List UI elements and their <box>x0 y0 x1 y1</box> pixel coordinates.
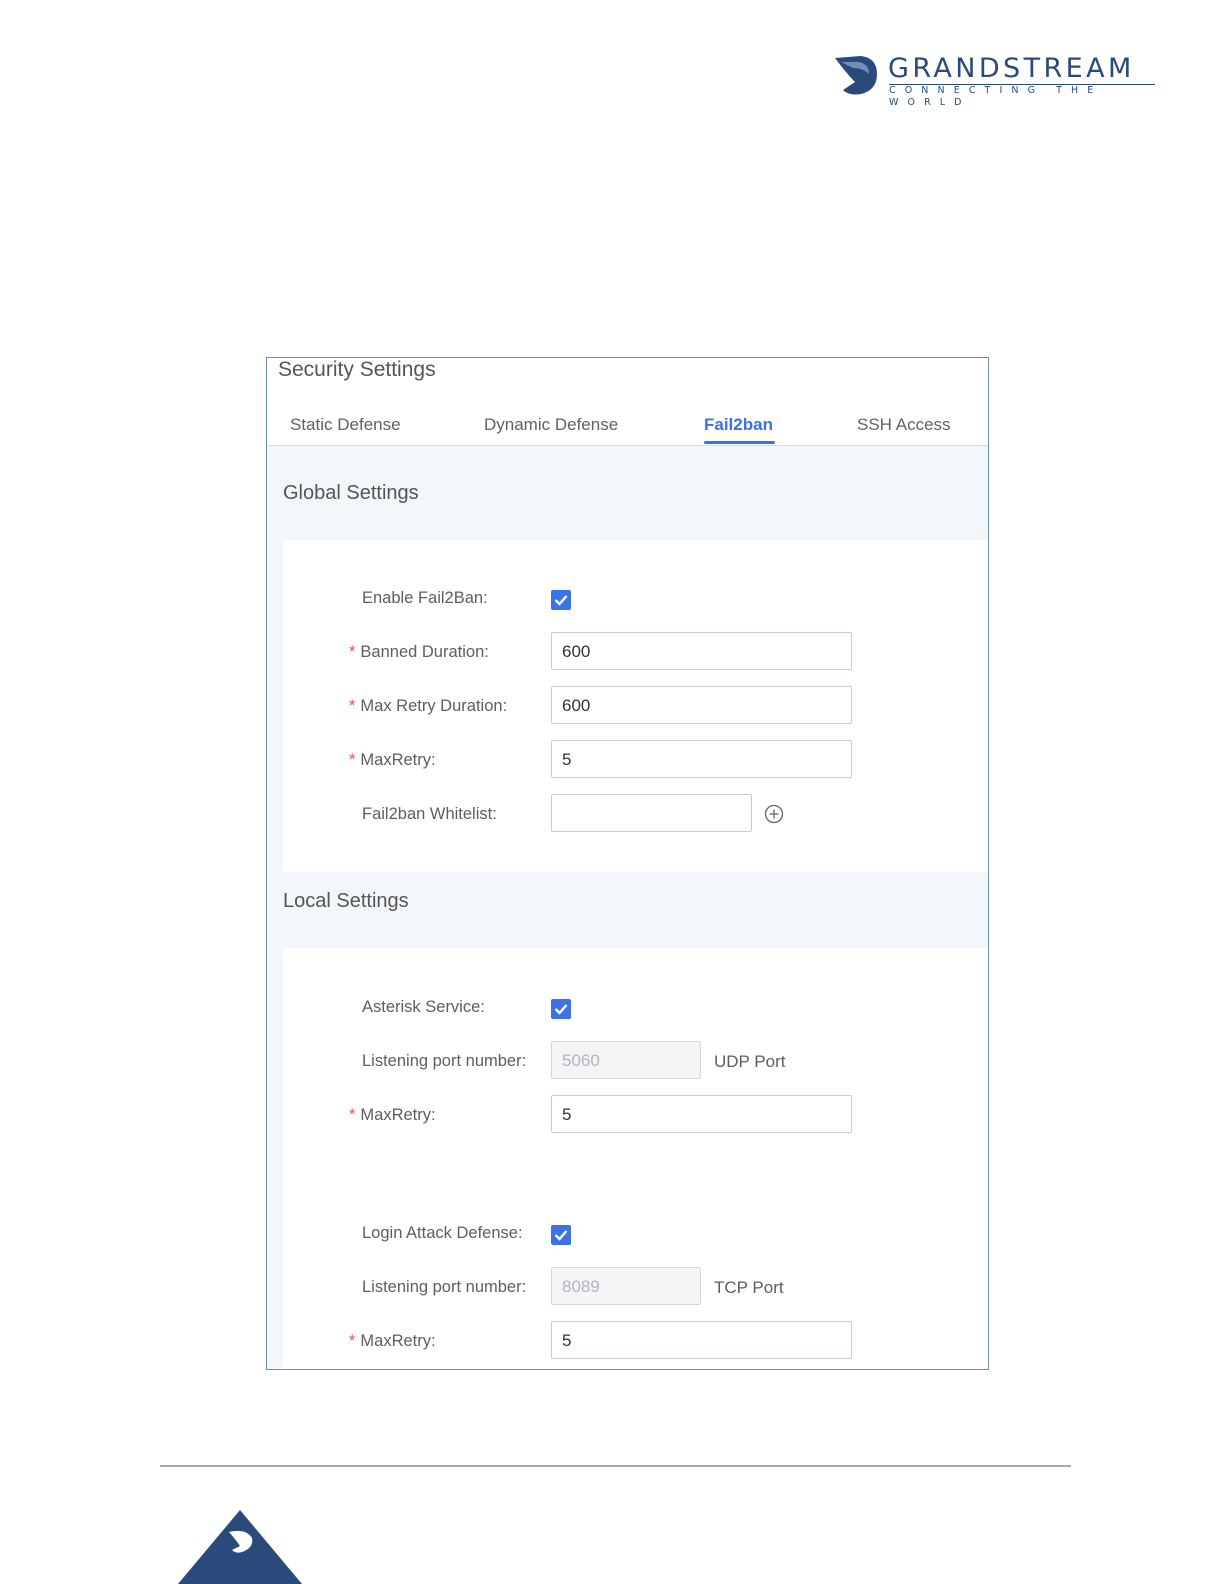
max-retry-input[interactable]: 5 <box>551 740 852 778</box>
asterisk-service-checkbox[interactable] <box>551 999 571 1019</box>
banned-duration-label: * Banned Duration: <box>349 643 489 661</box>
plus-circle-icon[interactable] <box>764 804 784 824</box>
logo-tagline: CONNECTING THE WORLD <box>889 85 1103 108</box>
enable-fail2ban-checkbox[interactable] <box>551 590 571 610</box>
max-retry-duration-input[interactable]: 600 <box>551 686 852 724</box>
udp-port-suffix: UDP Port <box>714 1052 786 1071</box>
active-tab-indicator <box>704 441 775 444</box>
enable-fail2ban-label: Enable Fail2Ban: <box>362 589 488 607</box>
footer-divider <box>160 1465 1071 1467</box>
max-retry-label: * MaxRetry: <box>349 751 436 769</box>
login-attack-defense-checkbox[interactable] <box>551 1225 571 1245</box>
tab-static-defense[interactable]: Static Defense <box>290 415 401 435</box>
required-mark: * <box>349 643 356 661</box>
asterisk-port-input: 5060 <box>551 1041 701 1079</box>
login-port-input: 8089 <box>551 1267 701 1305</box>
login-port-label: Listening port number: <box>362 1278 527 1296</box>
banned-duration-input[interactable]: 600 <box>551 632 852 670</box>
global-settings-title: Global Settings <box>283 482 419 504</box>
tab-ssh-access[interactable]: SSH Access <box>857 415 951 435</box>
asterisk-port-label: Listening port number: <box>362 1052 527 1070</box>
check-icon <box>554 1230 568 1241</box>
asterisk-max-retry-input[interactable]: 5 <box>551 1095 852 1133</box>
security-settings-panel: Security Settings Static Defense Dynamic… <box>266 357 989 1370</box>
tcp-port-suffix: TCP Port <box>714 1278 784 1297</box>
logo-wordmark: GRANDSTREAM <box>888 53 1135 84</box>
local-settings-title: Local Settings <box>283 890 409 912</box>
tab-dynamic-defense[interactable]: Dynamic Defense <box>484 415 618 435</box>
page-title: Security Settings <box>278 358 436 381</box>
max-retry-duration-label: * Max Retry Duration: <box>349 697 508 715</box>
required-mark: * <box>349 1106 356 1124</box>
login-max-retry-label: * MaxRetry: <box>349 1332 436 1350</box>
check-icon <box>554 1004 568 1015</box>
required-mark: * <box>349 751 356 769</box>
grandstream-footer-logo-icon <box>178 1510 302 1584</box>
required-mark: * <box>349 697 356 715</box>
asterisk-max-retry-label: * MaxRetry: <box>349 1106 436 1124</box>
tab-bar: Static Defense Dynamic Defense Fail2ban … <box>267 412 988 446</box>
fail2ban-whitelist-label: Fail2ban Whitelist: <box>362 805 497 823</box>
check-icon <box>554 595 568 606</box>
login-max-retry-input[interactable]: 5 <box>551 1321 852 1359</box>
asterisk-service-label: Asterisk Service: <box>362 998 485 1016</box>
tab-fail2ban[interactable]: Fail2ban <box>704 415 773 435</box>
grandstream-logo: GRANDSTREAM CONNECTING THE WORLD <box>833 53 1159 108</box>
required-mark: * <box>349 1332 356 1350</box>
login-attack-defense-label: Login Attack Defense: <box>362 1224 523 1242</box>
fail2ban-whitelist-input[interactable] <box>551 794 752 832</box>
grandstream-logo-icon <box>835 56 877 95</box>
